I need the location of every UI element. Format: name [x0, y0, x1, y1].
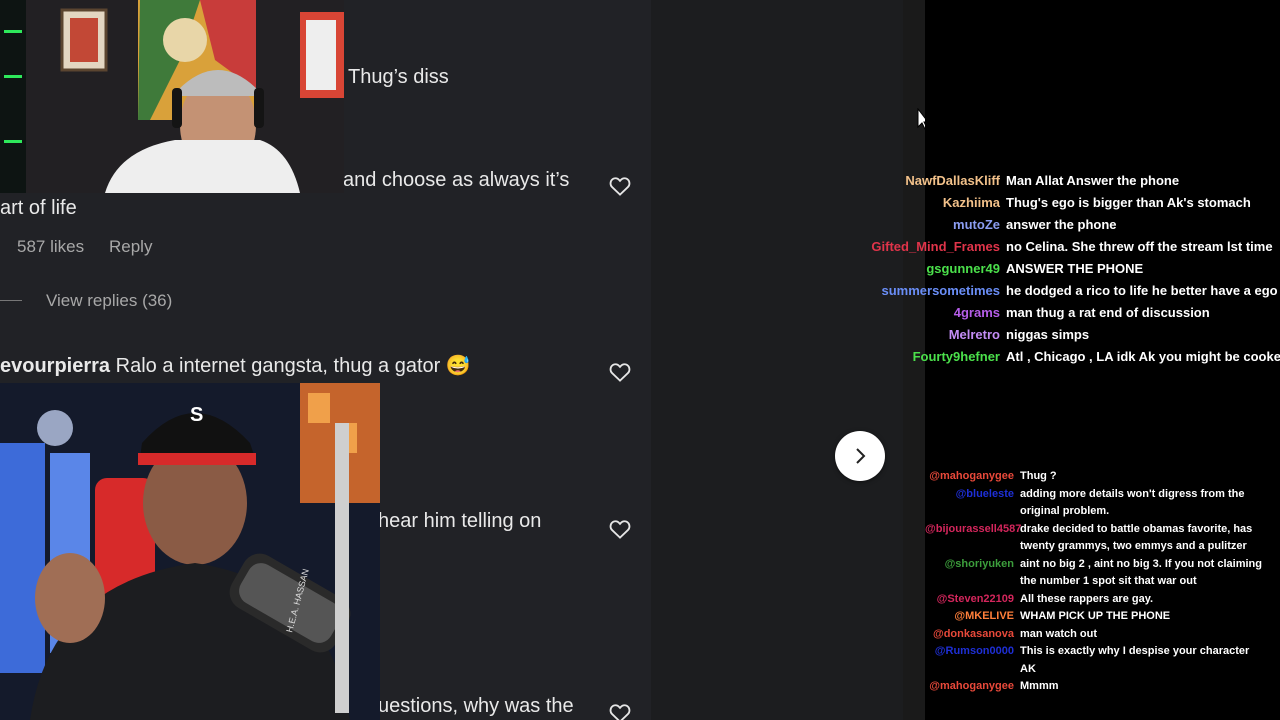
- chat-message: @blueleste adding more details won't digr…: [925, 486, 1275, 521]
- chat-text: Man Allat Answer the phone: [1006, 173, 1180, 189]
- chat-text: ANSWER THE PHONE: [1006, 261, 1144, 276]
- comment-username[interactable]: evourpierra: [0, 355, 110, 377]
- comment-text: art of life: [0, 197, 77, 219]
- chat-text: no Celina. She threw off the stream lst …: [1006, 239, 1273, 255]
- chat-text: aint no big 2 , aint no big 3. If you no…: [1020, 557, 1262, 588]
- chat-username[interactable]: @Steven22109: [925, 591, 1014, 609]
- chat-username[interactable]: @shoriyuken: [925, 556, 1014, 591]
- chat-username[interactable]: @MKELIVE: [925, 608, 1014, 626]
- chat-username[interactable]: summersometimes: [870, 283, 1001, 298]
- heart-icon[interactable]: [609, 176, 631, 196]
- chat-username[interactable]: @blueleste: [925, 486, 1014, 521]
- chat-message: Melretro niggas simps: [870, 323, 1280, 345]
- chat-message: 4grams man thug a rat end of discussion: [870, 301, 1280, 323]
- chat-text: This is exactly why I despise your chara…: [1020, 645, 1250, 675]
- chat-username[interactable]: Fourty9hefner: [870, 349, 1000, 364]
- chat-text: drake decided to battle obamas favorite,…: [1020, 522, 1253, 553]
- emoji: 😅: [445, 355, 471, 377]
- chat-username[interactable]: Kazhiima: [870, 195, 1000, 210]
- chat-text: Atl , Chicago , LA idk Ak you might be c…: [1006, 348, 1280, 364]
- reply-button[interactable]: Reply: [109, 237, 152, 257]
- heart-icon[interactable]: [609, 703, 631, 720]
- video-area: [651, 0, 903, 720]
- chat-text: man watch out: [1020, 627, 1098, 640]
- chat-text: Thug's ego is bigger than Ak's stomach: [1006, 195, 1251, 211]
- chat-message: mutoZe answer the phone: [870, 214, 1280, 236]
- chat-message: Fourty9hefner Atl , Chicago , LA idk Ak y…: [870, 345, 1280, 367]
- chat-text: Thug ?: [1020, 470, 1057, 482]
- webcam-scene: [0, 0, 344, 193]
- chat-message: @Steven22109 All these rappers are gay.: [925, 591, 1275, 609]
- chat-username[interactable]: NawfDallasKliff: [870, 173, 1000, 188]
- chat-message: gsgunner49 ANSWER THE PHONE: [870, 258, 1280, 280]
- comment-text: Thug’s diss: [348, 66, 449, 88]
- chat-message: Gifted_Mind_Frames no Celina. She threw o…: [870, 236, 1280, 258]
- chat-text: answer the phone: [1006, 217, 1117, 233]
- chat-username[interactable]: gsgunner49: [870, 261, 1000, 276]
- chat-text: Mmmm: [1020, 680, 1059, 692]
- streamer-webcam: [0, 0, 344, 193]
- svg-text:S: S: [190, 404, 203, 426]
- chevron-right-icon: [856, 448, 866, 464]
- chat-username[interactable]: @mahoganygee: [925, 468, 1014, 486]
- like-count: 587 likes: [17, 237, 85, 256]
- chat-text: WHAM PICK UP THE PHONE: [1020, 610, 1171, 622]
- chat-message: @donkasanova man watch out: [925, 626, 1275, 644]
- chat-text: All these rappers are gay.: [1020, 592, 1154, 605]
- comment-text: hear him telling on: [378, 510, 542, 532]
- chat-message: @bijourassell4587 drake decided to battle…: [925, 521, 1275, 556]
- comment-text: Ralo a internet gangsta, thug a gator: [115, 355, 441, 377]
- chat-text: niggas simps: [1006, 326, 1090, 342]
- chat-username[interactable]: mutoZe: [870, 217, 1000, 232]
- chat-message: NawfDallasKliff Man Allat Answer the phon…: [870, 170, 1280, 192]
- comment-row: evourpierra Ralo a internet gangsta, thu…: [0, 353, 471, 378]
- chat-username[interactable]: Melretro: [870, 327, 1000, 342]
- guest-webcam: S H.E.A. HASSAN: [0, 383, 380, 720]
- chat-message: @mahoganygee Mmmm: [925, 678, 1275, 696]
- webcam-scene: S H.E.A. HASSAN: [0, 383, 380, 720]
- chat-message: summersometimes he dodged a rico to life …: [870, 279, 1280, 301]
- secondary-chat: @mahoganygee Thug ? @blueleste adding more …: [925, 468, 1275, 696]
- heart-icon[interactable]: [609, 519, 631, 539]
- chat-text: he dodged a rico to life he better have …: [1006, 282, 1278, 298]
- chat-username[interactable]: @Rumson0000: [925, 643, 1014, 678]
- chat-text: man thug a rat end of discussion: [1006, 304, 1210, 320]
- chat-username[interactable]: @bijourassell4587: [925, 521, 1021, 556]
- divider: [0, 300, 22, 301]
- view-replies-button[interactable]: View replies (36): [46, 291, 172, 311]
- chat-message: @MKELIVE WHAM PICK UP THE PHONE: [925, 608, 1275, 626]
- comment-text: and choose as always it’s: [343, 169, 570, 191]
- chat-message: @shoriyuken aint no big 2 , aint no big 3…: [925, 556, 1275, 591]
- chat-username[interactable]: 4grams: [870, 305, 1000, 320]
- chat-text: adding more details won't digress from t…: [1020, 487, 1245, 518]
- chat-message: Kazhiima Thug's ego is bigger than Ak's s…: [870, 192, 1280, 214]
- comment-text: uestions, why was the: [378, 695, 574, 717]
- next-button[interactable]: [835, 431, 885, 481]
- chat-username[interactable]: Gifted_Mind_Frames: [870, 239, 1000, 254]
- chat-username[interactable]: @mahoganygee: [925, 678, 1014, 696]
- chat-message: @mahoganygee Thug ?: [925, 468, 1275, 486]
- twitch-chat: NawfDallasKliff Man Allat Answer the phon…: [870, 170, 1280, 367]
- chat-message: @Rumson0000 This is exactly why I despise…: [925, 643, 1275, 678]
- chat-username[interactable]: @donkasanova: [925, 626, 1014, 644]
- heart-icon[interactable]: [609, 362, 631, 382]
